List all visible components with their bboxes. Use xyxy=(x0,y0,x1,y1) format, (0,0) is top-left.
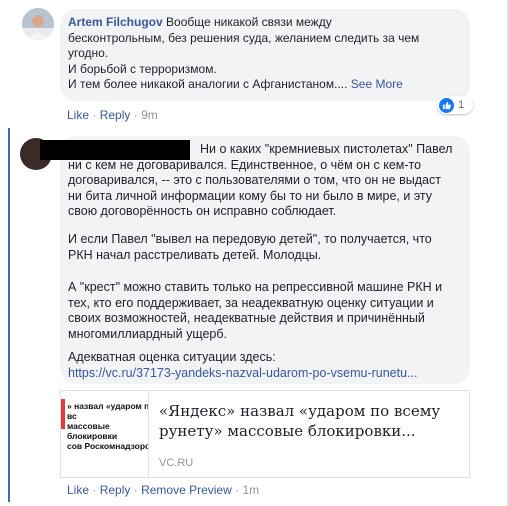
comment-line: Вообще никакой связи между xyxy=(166,15,332,29)
separator-dot: · xyxy=(92,108,97,122)
reply-line: И если Павел "вывел на передовую детей",… xyxy=(68,232,432,246)
comment-timestamp[interactable]: 9m xyxy=(141,108,158,122)
comment-line: бесконтрольным, без решения суда, желани… xyxy=(68,30,420,45)
reply-timestamp[interactable]: 1m xyxy=(242,483,259,497)
separator-dot: · xyxy=(133,108,138,122)
separator-dot: · xyxy=(235,483,240,497)
reply-line: тех, кто его поддерживает, за неадекватн… xyxy=(68,295,434,310)
reply-line: свою договорённость он исправно соблюдае… xyxy=(68,204,337,219)
thumbnail-accent xyxy=(61,399,65,429)
reply-button[interactable]: Reply xyxy=(100,483,131,497)
link-preview-title[interactable]: «Яндекс» назвал «ударом по всему рунету»… xyxy=(159,401,459,441)
reply-bubble: Ни о каких "кремниевых пистолетах" Павел… xyxy=(60,136,470,384)
reply-paragraph: Адекватная оценка ситуации здесь: https:… xyxy=(68,350,462,381)
reply-url-link[interactable]: https://vc.ru/37173-yandeks-nazval-udaro… xyxy=(68,366,417,380)
reply-line: договаривался, -- это с пользователями о… xyxy=(68,173,441,188)
comment-line: И борьбой с терроризмом. xyxy=(68,61,217,76)
see-more-link[interactable]: See More xyxy=(351,77,403,91)
comment-text: Artem Filchugov Вообще никакой связи меж… xyxy=(68,15,460,93)
thread-indicator xyxy=(8,128,10,502)
thumbnail-text: » назвал «ударом по вс массовые блокиров… xyxy=(67,401,149,451)
reply-button[interactable]: Reply xyxy=(100,108,131,122)
separator-dot: · xyxy=(133,483,138,497)
link-preview-domain: VC.RU xyxy=(159,457,194,469)
reaction-summary[interactable]: 1 xyxy=(437,96,473,114)
reply-line: РКН начал расстреливать детей. Молодцы. xyxy=(68,247,322,262)
like-icon xyxy=(439,97,454,113)
link-preview-card[interactable]: » назвал «ударом по вс массовые блокиров… xyxy=(60,390,470,478)
reply-line: своих возможностей, неадекватные действи… xyxy=(68,311,425,326)
comment-line: И тем более никакой аналогии с Афганиста… xyxy=(68,77,348,92)
reply-line: ни бита личной информации кому бы то ни … xyxy=(68,188,433,203)
redacted-author-block xyxy=(40,140,190,160)
comment-actions: Like · Reply · 9m xyxy=(67,108,158,122)
reply-paragraph: А "крест" можно ставить только на репрес… xyxy=(68,280,462,342)
comments-panel: Artem Filchugov Вообще никакой связи меж… xyxy=(0,0,509,506)
avatar[interactable] xyxy=(22,8,54,40)
like-button[interactable]: Like xyxy=(67,483,89,497)
reply-paragraph: И если Павел "вывел на передовую детей",… xyxy=(68,232,462,263)
comment-line: угодно. xyxy=(68,46,109,61)
reply-line: Ни о каких "кремниевых пистолетах" Павел xyxy=(200,142,453,156)
remove-preview-button[interactable]: Remove Preview xyxy=(141,483,232,497)
reply-line: многомиллиардный ущерб. xyxy=(68,326,228,341)
comment-bubble: Artem Filchugov Вообще никакой связи меж… xyxy=(60,9,470,101)
link-preview-thumbnail: » назвал «ударом по вс массовые блокиров… xyxy=(61,391,149,477)
thumbnail-line: сов Роскомнадзором xyxy=(67,441,149,451)
reaction-count: 1 xyxy=(458,99,465,111)
title-line: «Яндекс» назвал «ударом по всему xyxy=(159,402,441,420)
thumbnail-line: массовые блокировки xyxy=(67,421,118,441)
like-button[interactable]: Like xyxy=(67,108,89,122)
avatar-image xyxy=(22,8,54,40)
reply-line: Адекватная оценка ситуации здесь: xyxy=(68,350,276,364)
reply-line: А "крест" можно ставить только на репрес… xyxy=(68,280,443,294)
separator-dot: · xyxy=(92,483,97,497)
reply-actions: Like · Reply · Remove Preview · 1m xyxy=(67,483,259,497)
title-line: рунету» массовые блокировки... xyxy=(159,422,416,440)
comment-author[interactable]: Artem Filchugov xyxy=(68,15,163,29)
thumbnail-line: » назвал «ударом по вс xyxy=(67,401,149,421)
